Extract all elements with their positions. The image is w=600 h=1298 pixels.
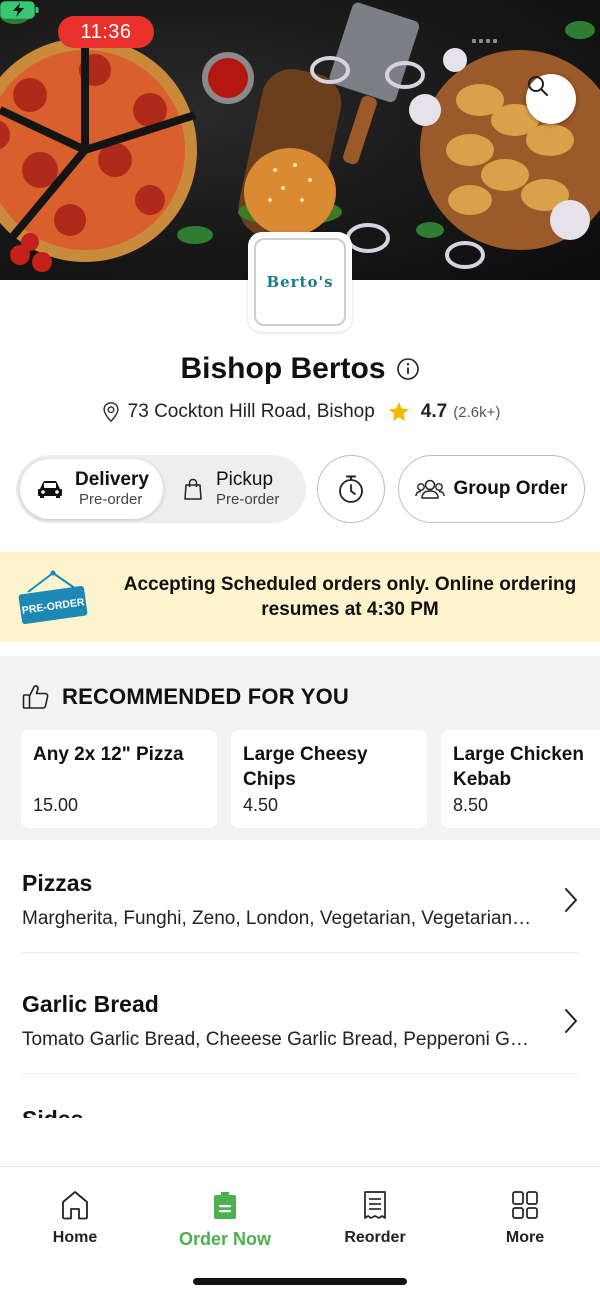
- delivery-sublabel: Pre-order: [79, 491, 143, 509]
- restaurant-name: Bishop Bertos: [180, 352, 386, 385]
- address-row: 73 Cockton Hill Road, Bishop 4.7 (2.6k+): [0, 400, 600, 424]
- recommended-item-price: 4.50: [243, 795, 279, 815]
- recommended-title: RECOMMENDED FOR YOU: [62, 684, 349, 709]
- recommended-item-name: Large Chicken Kebab: [453, 744, 584, 790]
- recommended-card[interactable]: Large Chicken Kebab 8.50: [441, 730, 600, 828]
- recommended-item-price: 8.50: [453, 795, 489, 815]
- chevron-right-icon: [565, 888, 577, 912]
- location-pin-icon: [103, 402, 119, 423]
- restaurant-title-row: Bishop Bertos: [0, 352, 600, 386]
- restaurant-logo: Berto's: [248, 232, 352, 332]
- divider: [22, 1073, 578, 1074]
- nav-order-now[interactable]: Order Now: [165, 1189, 285, 1250]
- nav-order-now-label: Order Now: [178, 1229, 271, 1249]
- recommended-heading: RECOMMENDED FOR YOU: [22, 684, 349, 710]
- preorder-sign-icon: PRE-ORDER: [18, 570, 88, 625]
- recommended-item-name: Any 2x 12" Pizza: [33, 744, 184, 765]
- group-people-icon: [415, 479, 446, 499]
- rating-value: 4.7: [420, 401, 448, 422]
- star-icon: [388, 402, 409, 421]
- group-order-button[interactable]: Group Order: [398, 455, 585, 523]
- recommended-item-price: 15.00: [33, 795, 79, 815]
- banner-message: Accepting Scheduled orders only. Online …: [123, 574, 577, 620]
- divider: [22, 952, 578, 953]
- restaurant-address: 73 Cockton Hill Road, Bishop: [127, 401, 375, 422]
- recommended-card[interactable]: Large Cheesy Chips 4.50: [231, 730, 427, 828]
- info-icon[interactable]: [396, 357, 420, 381]
- category-row-garlic-bread[interactable]: Garlic Bread Tomato Garlic Bread, Cheees…: [0, 961, 600, 1081]
- order-mode-toggle: Delivery Pre-order Pickup Pre-order: [16, 455, 306, 523]
- home-indicator: [193, 1278, 407, 1285]
- timer-icon: [339, 475, 363, 503]
- group-order-label: Group Order: [453, 478, 568, 499]
- nav-more-label: More: [505, 1229, 545, 1246]
- search-icon: [528, 76, 548, 96]
- battery-icon: [0, 1, 39, 19]
- rating-count: (2.6k+): [453, 403, 501, 421]
- category-name: Pizzas: [22, 870, 93, 896]
- logo-text: Berto's: [266, 273, 334, 291]
- receipt-icon: [364, 1191, 386, 1219]
- category-description: Margherita, Funghi, Zeno, London, Vegeta…: [22, 908, 532, 929]
- category-row-pizzas[interactable]: Pizzas Margherita, Funghi, Zeno, London,…: [0, 840, 600, 960]
- category-description: Tomato Garlic Bread, Cheeese Garlic Brea…: [22, 1029, 532, 1050]
- search-button[interactable]: [526, 74, 576, 124]
- delivery-label: Delivery: [75, 468, 149, 490]
- pickup-sublabel: Pre-order: [216, 491, 280, 509]
- order-bag-icon: [214, 1192, 236, 1219]
- home-icon: [62, 1191, 88, 1220]
- nav-reorder[interactable]: Reorder: [315, 1189, 435, 1247]
- category-name: Garlic Bread: [22, 991, 159, 1017]
- recommended-card[interactable]: Any 2x 12" Pizza 15.00: [21, 730, 217, 828]
- signal-icon: [472, 39, 497, 43]
- schedule-button[interactable]: [317, 455, 385, 523]
- pickup-label: Pickup: [216, 468, 274, 490]
- chevron-right-icon: [565, 1009, 577, 1033]
- nav-reorder-label: Reorder: [344, 1229, 406, 1246]
- nav-home[interactable]: Home: [15, 1189, 135, 1247]
- pickup-option[interactable]: Pickup Pre-order: [166, 459, 302, 519]
- recommended-item-name: Large Cheesy Chips: [243, 744, 368, 790]
- car-icon: [38, 481, 62, 498]
- delivery-option[interactable]: Delivery Pre-order: [20, 459, 163, 519]
- thumbs-up-icon: [22, 685, 49, 709]
- status-time: 11:36: [58, 16, 154, 48]
- nav-home-label: Home: [52, 1229, 98, 1246]
- nav-more[interactable]: More: [465, 1189, 585, 1247]
- shopping-bag-icon: [184, 478, 202, 500]
- grid-icon: [512, 1191, 538, 1219]
- category-name-partial[interactable]: Sides: [22, 1108, 83, 1118]
